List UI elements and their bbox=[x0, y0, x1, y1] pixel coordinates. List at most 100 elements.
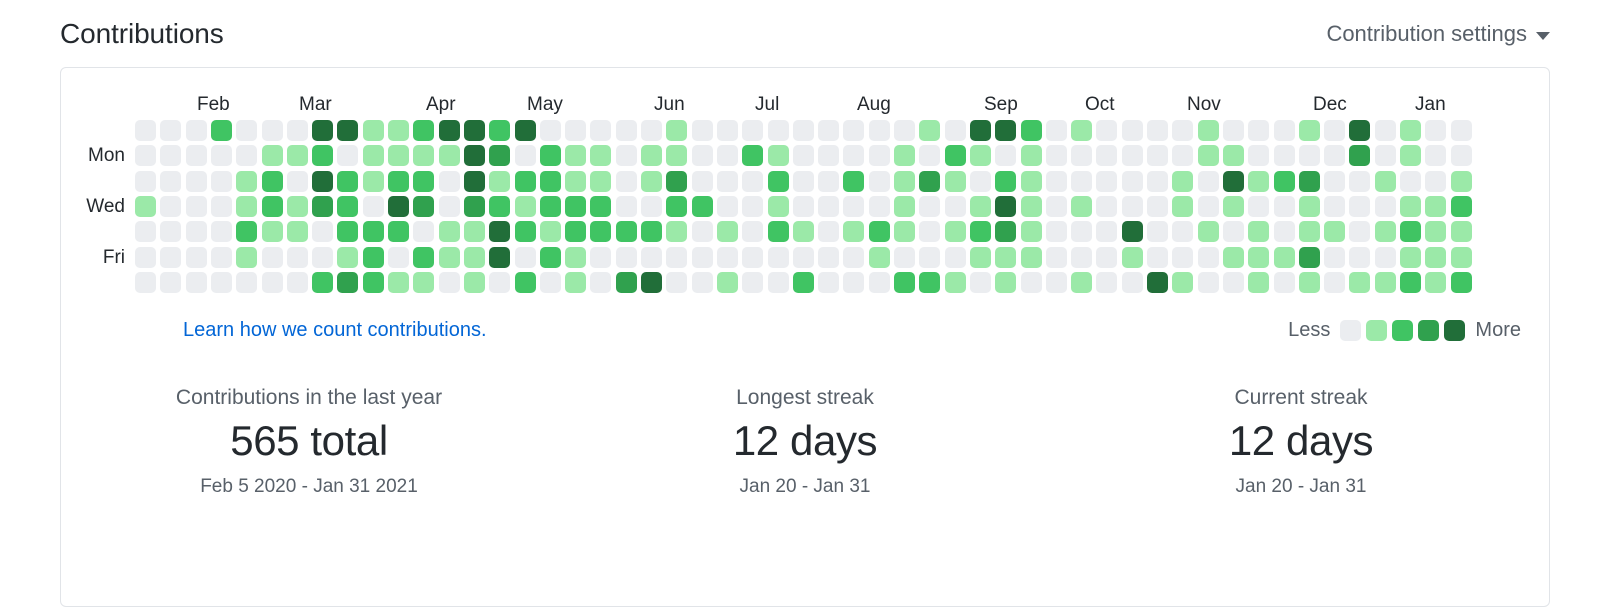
contribution-day-cell[interactable] bbox=[515, 171, 536, 192]
contribution-day-cell[interactable] bbox=[1349, 247, 1370, 268]
contribution-day-cell[interactable] bbox=[869, 272, 890, 293]
contribution-day-cell[interactable] bbox=[236, 221, 257, 242]
contribution-day-cell[interactable] bbox=[1122, 247, 1143, 268]
contribution-day-cell[interactable] bbox=[135, 145, 156, 166]
contribution-day-cell[interactable] bbox=[1172, 145, 1193, 166]
contribution-day-cell[interactable] bbox=[1021, 196, 1042, 217]
contribution-day-cell[interactable] bbox=[717, 196, 738, 217]
contribution-day-cell[interactable] bbox=[1324, 221, 1345, 242]
contribution-day-cell[interactable] bbox=[211, 120, 232, 141]
contribution-day-cell[interactable] bbox=[919, 120, 940, 141]
contribution-day-cell[interactable] bbox=[337, 247, 358, 268]
contribution-day-cell[interactable] bbox=[1198, 272, 1219, 293]
contribution-day-cell[interactable] bbox=[262, 120, 283, 141]
contribution-day-cell[interactable] bbox=[1248, 120, 1269, 141]
contribution-day-cell[interactable] bbox=[1223, 221, 1244, 242]
contribution-day-cell[interactable] bbox=[843, 171, 864, 192]
contribution-day-cell[interactable] bbox=[818, 196, 839, 217]
contribution-day-cell[interactable] bbox=[768, 272, 789, 293]
contribution-day-cell[interactable] bbox=[1274, 221, 1295, 242]
contribution-day-cell[interactable] bbox=[717, 145, 738, 166]
contribution-day-cell[interactable] bbox=[793, 171, 814, 192]
contribution-day-cell[interactable] bbox=[1172, 247, 1193, 268]
contribution-day-cell[interactable] bbox=[919, 272, 940, 293]
contribution-day-cell[interactable] bbox=[1172, 196, 1193, 217]
contribution-day-cell[interactable] bbox=[1324, 272, 1345, 293]
contribution-day-cell[interactable] bbox=[1400, 120, 1421, 141]
contribution-day-cell[interactable] bbox=[1071, 120, 1092, 141]
contribution-day-cell[interactable] bbox=[1274, 196, 1295, 217]
contribution-day-cell[interactable] bbox=[1425, 120, 1446, 141]
contribution-day-cell[interactable] bbox=[312, 221, 333, 242]
contribution-day-cell[interactable] bbox=[464, 272, 485, 293]
contribution-day-cell[interactable] bbox=[1147, 272, 1168, 293]
contribution-day-cell[interactable] bbox=[590, 247, 611, 268]
learn-how-we-count-contributions-link[interactable]: Learn how we count contributions. bbox=[183, 319, 487, 342]
contribution-day-cell[interactable] bbox=[995, 196, 1016, 217]
contribution-day-cell[interactable] bbox=[262, 196, 283, 217]
contribution-day-cell[interactable] bbox=[970, 247, 991, 268]
contribution-day-cell[interactable] bbox=[337, 221, 358, 242]
contribution-day-cell[interactable] bbox=[945, 120, 966, 141]
contribution-day-cell[interactable] bbox=[363, 221, 384, 242]
contribution-day-cell[interactable] bbox=[1071, 221, 1092, 242]
contribution-day-cell[interactable] bbox=[439, 247, 460, 268]
contribution-day-cell[interactable] bbox=[236, 196, 257, 217]
contribution-day-cell[interactable] bbox=[1425, 221, 1446, 242]
contribution-day-cell[interactable] bbox=[1349, 171, 1370, 192]
contribution-day-cell[interactable] bbox=[1425, 145, 1446, 166]
contribution-day-cell[interactable] bbox=[590, 221, 611, 242]
contribution-day-cell[interactable] bbox=[717, 272, 738, 293]
contribution-day-cell[interactable] bbox=[489, 247, 510, 268]
contribution-day-cell[interactable] bbox=[1046, 171, 1067, 192]
contribution-day-cell[interactable] bbox=[1299, 196, 1320, 217]
contribution-day-cell[interactable] bbox=[262, 272, 283, 293]
contribution-day-cell[interactable] bbox=[439, 120, 460, 141]
contribution-day-cell[interactable] bbox=[1223, 145, 1244, 166]
contribution-day-cell[interactable] bbox=[1046, 221, 1067, 242]
contribution-day-cell[interactable] bbox=[616, 196, 637, 217]
contribution-day-cell[interactable] bbox=[1071, 145, 1092, 166]
contribution-day-cell[interactable] bbox=[565, 272, 586, 293]
contribution-day-cell[interactable] bbox=[641, 221, 662, 242]
contribution-day-cell[interactable] bbox=[1122, 120, 1143, 141]
contribution-day-cell[interactable] bbox=[312, 145, 333, 166]
contribution-day-cell[interactable] bbox=[1425, 247, 1446, 268]
contribution-day-cell[interactable] bbox=[970, 145, 991, 166]
contribution-day-cell[interactable] bbox=[666, 196, 687, 217]
contribution-day-cell[interactable] bbox=[211, 272, 232, 293]
contribution-day-cell[interactable] bbox=[135, 196, 156, 217]
contribution-day-cell[interactable] bbox=[186, 171, 207, 192]
contribution-day-cell[interactable] bbox=[287, 171, 308, 192]
contribution-day-cell[interactable] bbox=[1299, 145, 1320, 166]
contribution-day-cell[interactable] bbox=[1248, 221, 1269, 242]
contribution-day-cell[interactable] bbox=[843, 145, 864, 166]
contribution-day-cell[interactable] bbox=[439, 272, 460, 293]
contribution-day-cell[interactable] bbox=[312, 120, 333, 141]
contribution-day-cell[interactable] bbox=[388, 272, 409, 293]
contribution-day-cell[interactable] bbox=[1274, 171, 1295, 192]
contribution-day-cell[interactable] bbox=[1147, 196, 1168, 217]
contribution-day-cell[interactable] bbox=[160, 120, 181, 141]
contribution-day-cell[interactable] bbox=[413, 196, 434, 217]
contribution-day-cell[interactable] bbox=[388, 196, 409, 217]
contribution-day-cell[interactable] bbox=[970, 171, 991, 192]
contribution-day-cell[interactable] bbox=[312, 247, 333, 268]
contribution-day-cell[interactable] bbox=[1375, 196, 1396, 217]
contribution-day-cell[interactable] bbox=[742, 196, 763, 217]
contribution-day-cell[interactable] bbox=[160, 145, 181, 166]
contribution-day-cell[interactable] bbox=[413, 171, 434, 192]
contribution-day-cell[interactable] bbox=[590, 272, 611, 293]
contribution-day-cell[interactable] bbox=[439, 196, 460, 217]
contribution-day-cell[interactable] bbox=[1248, 272, 1269, 293]
contribution-day-cell[interactable] bbox=[1122, 272, 1143, 293]
contribution-day-cell[interactable] bbox=[869, 196, 890, 217]
contribution-day-cell[interactable] bbox=[1299, 171, 1320, 192]
contribution-day-cell[interactable] bbox=[135, 120, 156, 141]
contribution-day-cell[interactable] bbox=[464, 145, 485, 166]
contribution-day-cell[interactable] bbox=[818, 120, 839, 141]
contribution-day-cell[interactable] bbox=[590, 120, 611, 141]
contribution-day-cell[interactable] bbox=[793, 247, 814, 268]
contribution-day-cell[interactable] bbox=[1223, 247, 1244, 268]
contribution-day-cell[interactable] bbox=[1096, 272, 1117, 293]
